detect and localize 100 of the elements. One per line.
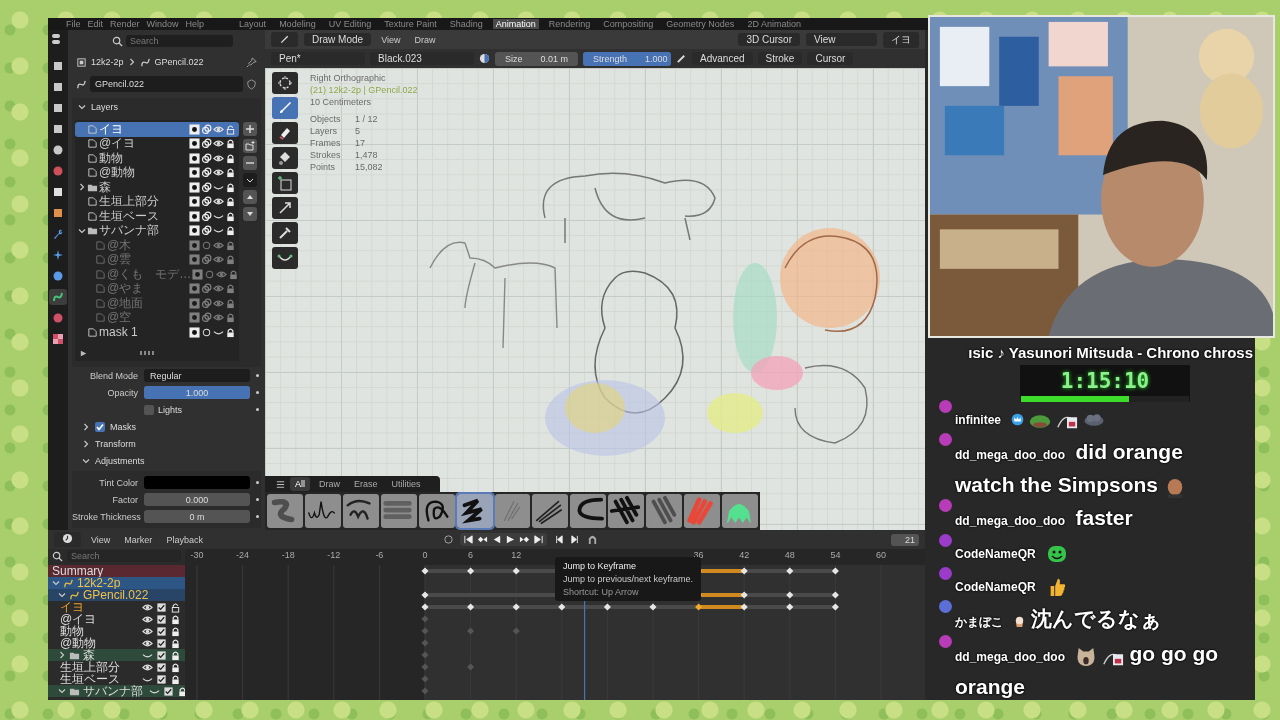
datablock-field[interactable]: GPencil.022 [90,76,243,92]
brush-dropdown[interactable]: Pen* [271,52,365,65]
layer-name: @木 [107,236,133,253]
menu-item[interactable]: Playback [162,534,207,545]
stat-label: Frames [310,138,342,148]
layer-dropdown[interactable]: イヨ [883,31,919,48]
size-field[interactable]: Size 0.01 m [495,51,579,66]
menu-item[interactable]: Window [146,19,179,29]
layer-name: イヨ [99,120,124,138]
strength-slider[interactable]: Strength 1.000 [583,51,672,66]
channel-row[interactable]: 森 [48,649,185,661]
workspace-tab[interactable]: Compositing [600,19,657,29]
channel-name: @イヨ [60,613,97,625]
panel-title: Layers [91,102,118,112]
thickness-field[interactable]: 0 m [144,510,250,523]
menu-item[interactable]: View [377,34,405,45]
shelf-tab[interactable]: Erase [349,477,383,491]
stat-value: 5 [355,126,361,136]
search-field[interactable]: Search [67,550,181,562]
settings-dropdown[interactable]: Stroke [757,52,803,65]
settings-dropdown[interactable]: Cursor [807,52,854,65]
layer-row[interactable]: @動物 [75,165,239,180]
channel-row[interactable]: 12k2-2p [48,577,185,589]
chat-username: CodeNameQR [955,547,1036,561]
search-field[interactable]: Search [126,35,233,47]
shelf-tab[interactable]: Utilities [386,477,426,491]
layer-row[interactable]: 森 [75,180,239,195]
opacity-slider[interactable]: 1.000 [144,386,250,399]
layer-row[interactable]: 動物 [75,151,239,166]
panel-header[interactable]: Layers [72,98,261,116]
shelf-tab[interactable]: Draw [314,477,346,491]
stat-value: 1 / 12 [355,114,379,124]
blend-mode-dropdown[interactable]: Regular [144,369,250,382]
menu-item[interactable]: Draw [410,34,440,45]
chat-message: watch the Simpsons [955,472,1159,498]
grid-scale: 10 Centimeters [310,97,373,107]
workspace-tab[interactable]: 2D Animation [744,19,804,29]
section-header[interactable]: Adjustments [72,452,261,469]
layer-row[interactable]: サバンナ部 [75,223,239,238]
workspace-tab[interactable]: Shading [446,19,486,29]
workspace-tab[interactable]: Geometry Nodes [663,19,738,29]
mode-dropdown[interactable]: Draw Mode [304,33,372,46]
layer-row[interactable]: イヨ [75,122,239,137]
layer-name: サバンナ部 [99,222,160,239]
field-label: Blend Mode [88,370,138,381]
frame-number: 12 [510,550,523,560]
channel-name: Summary [52,565,104,577]
field-label: Factor [111,494,138,505]
stat-value: 1,478 [355,150,379,160]
frame-number: 48 [783,550,796,560]
menu-item[interactable]: Marker [120,534,157,545]
section-header[interactable]: Masks [72,418,261,435]
frame-number: 60 [875,550,887,560]
workspace-tab[interactable]: Modeling [276,19,319,29]
section-header[interactable]: Transform [72,435,261,452]
channel-row[interactable]: サバンナ部 [48,685,185,697]
menu-item[interactable]: File [66,19,81,29]
layer-row[interactable]: mask 1 [75,325,239,340]
section-title: Adjustments [95,455,145,466]
orientation-dropdown[interactable]: View [806,33,877,46]
settings-dropdown[interactable]: Advanced [692,52,753,65]
channel-name: 動物 [60,625,84,637]
workspace-tab[interactable]: UV Editing [325,19,375,29]
chat-message: did orange [1075,439,1183,465]
chat-message: 沈んでるなぁ [1031,606,1163,633]
workspace-tab[interactable]: Layout [236,19,270,29]
workspace-tab[interactable]: Rendering [545,19,594,29]
breadcrumb-item: GPencil.022 [154,57,204,67]
timer-text: 1:15:10 [1060,369,1150,393]
pivot-dropdown[interactable]: 3D Cursor [738,33,800,46]
stat-label: Points [310,162,336,172]
channel-name: GPencil.022 [83,589,149,601]
layer-name: @動物 [99,164,137,181]
current-frame-field[interactable]: 21 [891,533,919,546]
chat-username: dd_mega_doo_doo [955,514,1065,528]
layer-name: @やま [107,280,145,297]
channel-name: サバンナ部 [83,685,143,697]
layer-row[interactable]: 生垣ベース [75,209,239,224]
shelf-tab[interactable]: All [290,477,310,491]
frame-number: -30 [189,550,205,560]
channel-row[interactable]: Summary [48,565,185,577]
menu-item[interactable]: Render [110,19,140,29]
frame-number: -6 [374,550,385,560]
section-title: Transform [95,438,136,449]
field-label: Tint Color [98,477,138,488]
workspace-tab[interactable]: Texture Paint [381,19,440,29]
frame-number: 0 [421,550,429,560]
layer-name: @地面 [107,294,145,311]
menu-item[interactable]: Edit [87,19,104,29]
menu-item[interactable]: Help [185,19,205,29]
menu-item[interactable]: View [87,534,115,545]
channel-row[interactable]: GPencil.022 [48,589,185,601]
factor-field[interactable]: 0.000 [144,493,250,506]
layer-name: 動物 [99,149,124,166]
material-dropdown[interactable]: Black.023 [370,52,474,65]
layer-row[interactable]: @イヨ [75,136,239,151]
layer-row[interactable]: 生垣上部分 [75,194,239,209]
frame-number: 42 [738,550,751,560]
workspace-tab[interactable]: Animation [492,19,539,29]
layer-name: 生垣ベース [99,207,160,224]
